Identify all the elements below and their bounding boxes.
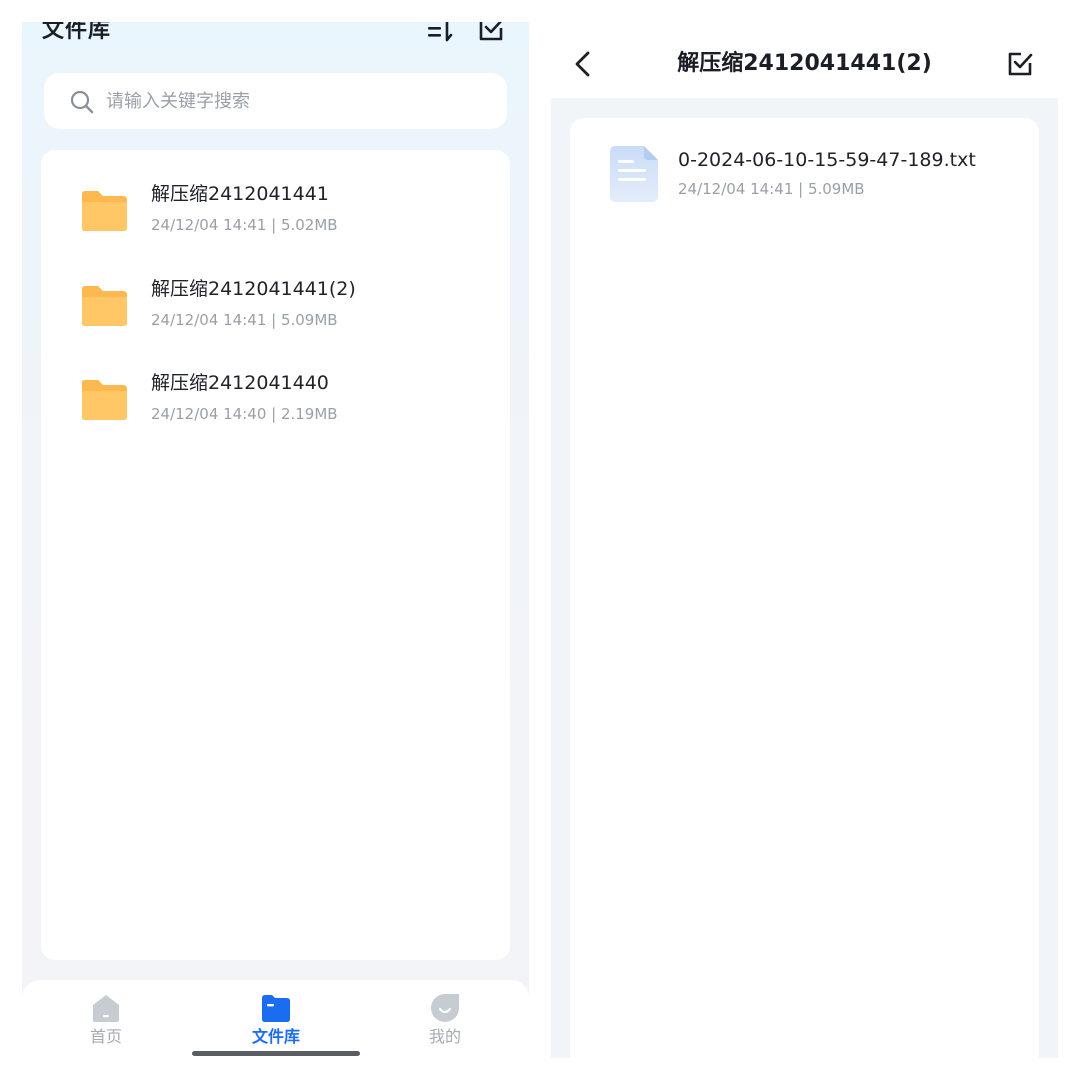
content-area: 0-2024-06-10-15-59-47-189.txt 24/12/04 1…: [551, 98, 1058, 1058]
search-icon: [70, 90, 94, 114]
file-library-screen: 文件库 解压缩2412041441 24/12/04 14:41 | 5.02M…: [22, 22, 529, 1058]
home-indicator[interactable]: [192, 1051, 360, 1056]
chevron-left-icon[interactable]: [571, 50, 595, 78]
folder-detail-screen: 解压缩2412041441(2) 0-2024-06-10-15-59-47-1…: [551, 22, 1058, 1058]
folder-meta: 24/12/04 14:40 | 2.19MB: [151, 405, 338, 423]
file-list: 0-2024-06-10-15-59-47-189.txt 24/12/04 1…: [570, 118, 1039, 1058]
checkbox-icon[interactable]: [1007, 51, 1033, 77]
search-input[interactable]: [106, 82, 486, 120]
page-title: 文件库: [42, 22, 112, 43]
folder-meta: 24/12/04 14:41 | 5.09MB: [151, 311, 338, 329]
nav-item-profile[interactable]: 我的: [400, 992, 490, 1052]
checkbox-icon[interactable]: [478, 22, 504, 42]
nav-item-file-library[interactable]: 文件库: [231, 992, 321, 1052]
sort-icon[interactable]: [427, 22, 455, 42]
list-item[interactable]: 解压缩2412041441 24/12/04 14:41 | 5.02MB: [41, 180, 510, 264]
folder-name: 解压缩2412041440: [151, 372, 329, 394]
home-icon: [93, 995, 119, 1022]
folder-icon: [262, 995, 290, 1022]
folder-meta: 24/12/04 14:41 | 5.02MB: [151, 216, 338, 234]
folder-icon: [82, 286, 127, 326]
folder-name: 解压缩2412041441(2): [151, 278, 356, 300]
nav-item-home[interactable]: 首页: [61, 992, 151, 1052]
file-meta: 24/12/04 14:41 | 5.09MB: [678, 180, 865, 198]
list-item[interactable]: 解压缩2412041440 24/12/04 14:40 | 2.19MB: [41, 369, 510, 453]
folder-list: 解压缩2412041441 24/12/04 14:41 | 5.02MB 解压…: [41, 150, 510, 960]
page-title: 解压缩2412041441(2): [677, 51, 932, 76]
folder-icon: [82, 380, 127, 420]
nav-label: 首页: [89, 1027, 122, 1046]
file-name: 0-2024-06-10-15-59-47-189.txt: [678, 149, 976, 171]
nav-label: 文件库: [251, 1027, 300, 1046]
folder-name: 解压缩2412041441: [151, 183, 329, 205]
bottom-navigation: 首页 文件库 我的: [22, 980, 529, 1058]
search-bar[interactable]: [44, 73, 507, 129]
text-document-icon: [610, 146, 658, 202]
list-item[interactable]: 解压缩2412041441(2) 24/12/04 14:41 | 5.09MB: [41, 275, 510, 359]
folder-icon: [82, 191, 127, 231]
list-item[interactable]: 0-2024-06-10-15-59-47-189.txt 24/12/04 1…: [570, 146, 1039, 216]
nav-label: 我的: [428, 1027, 461, 1046]
profile-icon: [431, 994, 459, 1022]
